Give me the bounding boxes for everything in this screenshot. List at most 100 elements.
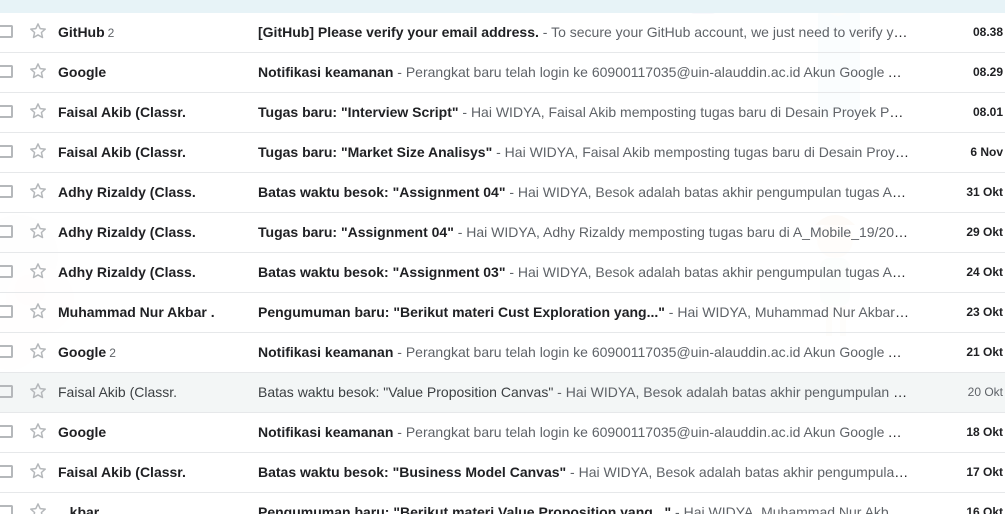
- email-subject: Batas waktu besok: "Assignment 04": [258, 184, 506, 200]
- sender-name: GitHub 2: [58, 13, 243, 52]
- star-outline-icon[interactable]: [28, 381, 48, 401]
- checkbox-icon[interactable]: [0, 225, 13, 238]
- email-subject: Batas waktu besok: "Business Model Canva…: [258, 464, 567, 480]
- email-subject: Notifikasi keamanan: [258, 64, 394, 80]
- checkbox-icon[interactable]: [0, 25, 13, 38]
- email-date: 20 Okt: [967, 385, 1003, 399]
- email-subject: Tugas baru: "Market Size Analisys": [258, 144, 493, 160]
- sender-text: ...kbar: [58, 504, 100, 514]
- email-snippet: - Hai WIDYA, Besok adalah batas akhir pe…: [509, 184, 910, 200]
- email-row[interactable]: Google 2 Notifikasi keamanan - Perangkat …: [0, 333, 1005, 373]
- email-list: GitHub 2 [GitHub] Please verify your emai…: [0, 13, 1005, 514]
- sender-text: Google: [58, 344, 107, 360]
- star-outline-icon[interactable]: [28, 501, 48, 514]
- email-row[interactable]: Adhy Rizaldy (Class. Batas waktu besok: …: [0, 253, 1005, 293]
- sender-name: Faisal Akib (Classr.: [58, 453, 243, 492]
- email-date: 08.01: [972, 105, 1003, 119]
- sender-name: Google: [58, 413, 243, 452]
- star-outline-icon[interactable]: [28, 221, 48, 241]
- checkbox-icon[interactable]: [0, 305, 13, 318]
- checkbox-icon[interactable]: [0, 265, 13, 278]
- checkbox-icon[interactable]: [0, 385, 13, 398]
- star-outline-icon[interactable]: [28, 341, 48, 361]
- email-row[interactable]: Muhammad Nur Akbar . Pengumuman baru: "B…: [0, 293, 1005, 333]
- email-date: 24 Okt: [966, 265, 1003, 279]
- email-row[interactable]: Faisal Akib (Classr. Batas waktu besok: …: [0, 373, 1005, 413]
- star-outline-icon[interactable]: [28, 21, 48, 41]
- toolbar-strip: [0, 0, 1005, 13]
- email-content: Tugas baru: "Market Size Analisys" - Hai…: [258, 133, 910, 172]
- email-row[interactable]: Adhy Rizaldy (Class. Batas waktu besok: …: [0, 173, 1005, 213]
- email-snippet: - Hai WIDYA, Muhammad Nur Akbar memposti…: [668, 304, 910, 320]
- email-subject: Batas waktu besok: "Value Proposition Ca…: [258, 384, 554, 400]
- sender-text: Faisal Akib (Classr.: [58, 144, 186, 160]
- sender-name: Muhammad Nur Akbar .: [58, 293, 243, 332]
- email-subject: Batas waktu besok: "Assignment 03": [258, 264, 506, 280]
- email-snippet: - To secure your GitHub account, we just…: [542, 24, 910, 40]
- email-snippet: - Hai WIDYA, Adhy Rizaldy memposting tug…: [453, 224, 910, 240]
- email-content: Tugas baru: "Assignment 04" - Hai WIDYA,…: [258, 213, 910, 252]
- email-date: 18 Okt: [966, 425, 1003, 439]
- email-snippet: - Hai WIDYA, Besok adalah batas akhir pe…: [553, 384, 910, 400]
- email-subject: Notifikasi keamanan: [258, 424, 394, 440]
- email-row[interactable]: Google Notifikasi keamanan - Perangkat b…: [0, 53, 1005, 93]
- email-snippet: - Perangkat baru telah login ke 60900117…: [393, 64, 910, 80]
- email-row[interactable]: Faisal Akib (Classr. Tugas baru: "Market…: [0, 133, 1005, 173]
- email-snippet: - Hai WIDYA, Muhammad Nur Akbar memposti…: [675, 504, 910, 514]
- email-row[interactable]: Adhy Rizaldy (Class. Tugas baru: "Assign…: [0, 213, 1005, 253]
- email-date: 17 Okt: [966, 465, 1003, 479]
- email-subject: Pengumuman baru: "Berikut materi Cust Ex…: [258, 304, 665, 320]
- star-outline-icon[interactable]: [28, 141, 48, 161]
- checkbox-icon[interactable]: [0, 345, 13, 358]
- email-snippet: - Perangkat baru telah login ke 60900117…: [393, 344, 910, 360]
- email-row[interactable]: Google Notifikasi keamanan - Perangkat b…: [0, 413, 1005, 453]
- email-date: 23 Okt: [966, 305, 1003, 319]
- email-date: 6 Nov: [970, 145, 1003, 159]
- email-subject: Tugas baru: "Interview Script": [258, 104, 459, 120]
- sender-text: Adhy Rizaldy (Class.: [58, 224, 196, 240]
- email-date: 08.38: [972, 25, 1003, 39]
- checkbox-icon[interactable]: [0, 65, 13, 78]
- inbox-view: GitHub 2 [GitHub] Please verify your emai…: [0, 0, 1005, 514]
- email-snippet: - Hai WIDYA, Faisal Akib memposting tuga…: [492, 144, 910, 160]
- checkbox-icon[interactable]: [0, 505, 13, 514]
- sender-name: Faisal Akib (Classr.: [58, 133, 243, 172]
- email-content: Batas waktu besok: "Value Proposition Ca…: [258, 373, 910, 412]
- sender-name: Faisal Akib (Classr.: [58, 93, 243, 132]
- email-row[interactable]: ...kbar Pengumuman baru: "Berikut materi…: [0, 493, 1005, 514]
- sender-name: Adhy Rizaldy (Class.: [58, 253, 243, 292]
- email-subject: [GitHub] Please verify your email addres…: [258, 24, 539, 40]
- email-subject: Tugas baru: "Assignment 04": [258, 224, 454, 240]
- email-snippet: - Perangkat baru telah login ke 60900117…: [393, 424, 910, 440]
- email-snippet: - Hai WIDYA, Besok adalah batas akhir pe…: [566, 464, 910, 480]
- star-outline-icon[interactable]: [28, 461, 48, 481]
- email-content: Batas waktu besok: "Assignment 04" - Hai…: [258, 173, 910, 212]
- sender-text: Adhy Rizaldy (Class.: [58, 264, 196, 280]
- thread-count: 2: [109, 346, 116, 360]
- email-row[interactable]: GitHub 2 [GitHub] Please verify your emai…: [0, 13, 1005, 53]
- email-snippet: - Hai WIDYA, Faisal Akib memposting tuga…: [458, 104, 910, 120]
- sender-name: Adhy Rizaldy (Class.: [58, 173, 243, 212]
- email-content: Pengumuman baru: "Berikut materi Value P…: [258, 493, 910, 514]
- checkbox-icon[interactable]: [0, 105, 13, 118]
- star-outline-icon[interactable]: [28, 181, 48, 201]
- sender-text: Muhammad Nur Akbar .: [58, 304, 215, 320]
- checkbox-icon[interactable]: [0, 465, 13, 478]
- email-date: 21 Okt: [966, 345, 1003, 359]
- sender-name: Adhy Rizaldy (Class.: [58, 213, 243, 252]
- email-content: Tugas baru: "Interview Script" - Hai WID…: [258, 93, 910, 132]
- email-row[interactable]: Faisal Akib (Classr. Batas waktu besok: …: [0, 453, 1005, 493]
- sender-name: Faisal Akib (Classr.: [58, 373, 243, 412]
- star-outline-icon[interactable]: [28, 61, 48, 81]
- sender-text: Google: [58, 424, 107, 440]
- email-row[interactable]: Faisal Akib (Classr. Tugas baru: "Interv…: [0, 93, 1005, 133]
- email-subject: Notifikasi keamanan: [258, 344, 394, 360]
- star-outline-icon[interactable]: [28, 301, 48, 321]
- checkbox-icon[interactable]: [0, 185, 13, 198]
- star-outline-icon[interactable]: [28, 101, 48, 121]
- star-outline-icon[interactable]: [28, 261, 48, 281]
- checkbox-icon[interactable]: [0, 425, 13, 438]
- checkbox-icon[interactable]: [0, 145, 13, 158]
- star-outline-icon[interactable]: [28, 421, 48, 441]
- sender-name: Google: [58, 53, 243, 92]
